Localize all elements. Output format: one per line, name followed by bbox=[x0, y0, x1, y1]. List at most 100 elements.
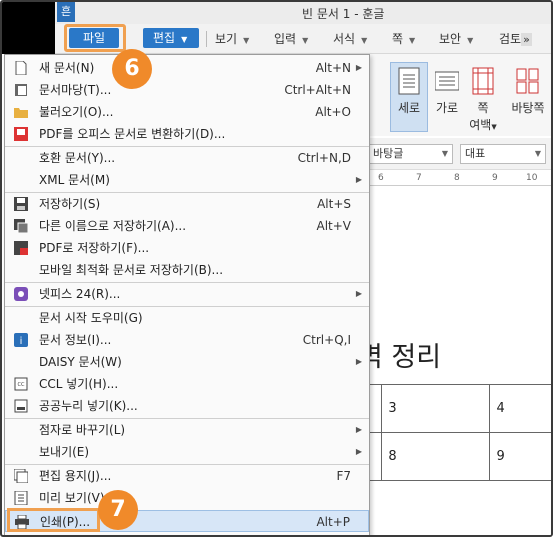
menu-item-label: 새 문서(N) bbox=[39, 61, 95, 75]
table-row: 8 9 bbox=[368, 432, 551, 481]
menu-item-label: 문서 정보(I)... bbox=[39, 333, 112, 347]
menu-item-label: CCL 넣기(H)... bbox=[39, 377, 119, 391]
chevron-down-icon: ▼ bbox=[534, 149, 541, 158]
master-page-button[interactable]: 바탕쪽 bbox=[506, 62, 550, 116]
more-menus-icon[interactable]: » bbox=[521, 33, 532, 46]
menu-item-document-info[interactable]: i 문서 정보(I)... Ctrl+Q,I bbox=[5, 329, 369, 351]
menu-item-preview[interactable]: 미리 보기(V) bbox=[5, 487, 369, 509]
submenu-arrow-icon: ▶ bbox=[355, 63, 362, 72]
submenu-arrow-icon: ▶ bbox=[355, 425, 362, 434]
menu-item-label: 미리 보기(V) bbox=[39, 491, 105, 505]
menu-insert[interactable]: 입력 ▼ bbox=[274, 29, 308, 49]
menu-item-new-document[interactable]: 새 문서(N) Alt+N ▶ bbox=[5, 57, 369, 79]
table-cell[interactable]: 9 bbox=[489, 432, 551, 481]
save-pdf-icon bbox=[14, 241, 28, 255]
menu-item-start-helper[interactable]: 문서 시작 도우미(G) bbox=[5, 307, 369, 329]
menu-item-label: 호환 문서(Y)... bbox=[39, 151, 116, 165]
font-combo[interactable]: 대표 ▼ bbox=[460, 144, 546, 164]
preview-icon bbox=[14, 491, 28, 505]
table-row: 3 4 bbox=[368, 384, 551, 433]
ruler-tick: 9 bbox=[492, 173, 498, 183]
menu-item-label: 불러오기(O)... bbox=[39, 105, 114, 119]
menu-format[interactable]: 서식 ▼ bbox=[333, 29, 367, 49]
print-highlight bbox=[7, 508, 100, 532]
ccl-icon: CC bbox=[14, 377, 28, 391]
page-margin-label-1: 쪽 bbox=[477, 101, 489, 115]
menu-item-shortcut: F7 bbox=[336, 469, 351, 483]
menu-item-label: 편집 용지(J)... bbox=[39, 469, 112, 483]
menu-item-label: 문서마당(T)... bbox=[39, 83, 112, 97]
menu-item-label: 넷피스 24(R)... bbox=[39, 287, 121, 301]
ribbon: 세로 가로 쪽 여백▼ 바탕쪽 bbox=[368, 54, 551, 136]
menu-item-save-pdf[interactable]: PDF로 저장하기(F)... bbox=[5, 237, 369, 259]
table-cell[interactable]: 4 bbox=[489, 384, 551, 433]
svg-text:CC: CC bbox=[18, 382, 25, 388]
menu-page[interactable]: 쪽 ▼ bbox=[392, 29, 415, 49]
table-cell[interactable]: 3 bbox=[381, 384, 491, 433]
menu-item-ccl[interactable]: CC CCL 넣기(H)... bbox=[5, 373, 369, 395]
file-dropdown-menu: 새 문서(N) Alt+N ▶ 문서마당(T)... Ctrl+Alt+N 불러… bbox=[4, 54, 370, 535]
page-margin-label-2: 여백 bbox=[469, 118, 492, 132]
submenu-arrow-icon: ▶ bbox=[355, 357, 362, 366]
menu-item-open[interactable]: 불러오기(O)... Alt+O bbox=[5, 101, 369, 123]
save-as-icon bbox=[14, 219, 28, 233]
style-combo[interactable]: 바탕글 ▼ bbox=[368, 144, 453, 164]
menu-item-label: 보내기(E) bbox=[39, 445, 90, 459]
menu-item-xml-document[interactable]: XML 문서(M) ▶ bbox=[5, 169, 369, 191]
document-table[interactable]: 3 4 8 9 bbox=[368, 384, 551, 481]
menu-item-label: 공공누리 넣기(K)... bbox=[39, 399, 138, 413]
menu-item-save[interactable]: 저장하기(S) Alt+S bbox=[5, 193, 369, 215]
menu-item-compat-document[interactable]: 호환 문서(Y)... Ctrl+N,D bbox=[5, 147, 369, 169]
edit-menu-button[interactable]: 편집 ▼ bbox=[143, 28, 199, 48]
file-menu-highlight bbox=[64, 24, 126, 52]
master-page-label: 바탕쪽 bbox=[511, 101, 545, 115]
chevron-down-icon: ▼ bbox=[441, 149, 448, 158]
page-margin-button[interactable]: 쪽 여백▼ bbox=[464, 62, 502, 133]
table-cell[interactable]: 8 bbox=[381, 432, 491, 481]
svg-text:i: i bbox=[20, 336, 23, 347]
menu-item-template[interactable]: 문서마당(T)... Ctrl+Alt+N bbox=[5, 79, 369, 101]
menu-item-label: 점자로 바꾸기(L) bbox=[39, 423, 126, 437]
menu-item-save-as[interactable]: 다른 이름으로 저장하기(A)... Alt+V bbox=[5, 215, 369, 237]
menu-item-shortcut: Alt+S bbox=[317, 197, 351, 211]
pdf-convert-icon bbox=[14, 127, 28, 141]
portrait-label: 세로 bbox=[397, 101, 421, 115]
window-title: 빈 문서 1 - 훈글 bbox=[302, 7, 385, 21]
chevron-down-icon: ▼ bbox=[361, 36, 368, 45]
menu-item-braille[interactable]: 점자로 바꾸기(L) ▶ bbox=[5, 419, 369, 441]
menu-item-shortcut: Alt+O bbox=[315, 105, 351, 119]
chevron-down-icon: ▼ bbox=[243, 36, 250, 45]
menu-item-daisy[interactable]: DAISY 문서(W) ▶ bbox=[5, 351, 369, 373]
menu-item-shortcut: Ctrl+Alt+N bbox=[284, 83, 351, 97]
landscape-page-icon bbox=[435, 71, 459, 91]
menu-item-label: XML 문서(M) bbox=[39, 173, 110, 187]
orientation-landscape-button[interactable]: 가로 bbox=[428, 62, 466, 116]
menu-review[interactable]: 검토» bbox=[499, 29, 532, 49]
landscape-label: 가로 bbox=[435, 101, 459, 115]
menu-security[interactable]: 보안 ▼ bbox=[439, 29, 473, 49]
menu-item-kogl[interactable]: 공공누리 넣기(K)... bbox=[5, 395, 369, 417]
table-cell[interactable] bbox=[368, 432, 383, 481]
step-badge-7: 7 bbox=[98, 490, 138, 530]
orientation-portrait-button[interactable]: 세로 bbox=[390, 62, 428, 132]
menu-item-netffice[interactable]: 넷피스 24(R)... ▶ bbox=[5, 283, 369, 305]
ruler-tick: 7 bbox=[416, 173, 422, 183]
menu-view-label: 보기 bbox=[215, 32, 238, 46]
title-bar: 흔 빈 문서 1 - 훈글 bbox=[2, 2, 551, 24]
open-folder-icon bbox=[14, 108, 28, 118]
menu-item-send[interactable]: 보내기(E) ▶ bbox=[5, 441, 369, 463]
menu-item-page-setup[interactable]: 편집 용지(J)... F7 bbox=[5, 465, 369, 487]
menu-view[interactable]: 보기 ▼ bbox=[215, 29, 249, 49]
menu-item-save-mobile[interactable]: 모바일 최적화 문서로 저장하기(B)... bbox=[5, 259, 369, 281]
table-cell[interactable] bbox=[368, 384, 383, 433]
menu-item-label: DAISY 문서(W) bbox=[39, 355, 122, 369]
menu-item-shortcut: Alt+P bbox=[316, 515, 350, 529]
menu-format-label: 서식 bbox=[333, 32, 356, 46]
menu-item-label: 문서 시작 도우미(G) bbox=[39, 311, 143, 325]
menu-page-label: 쪽 bbox=[392, 32, 404, 46]
info-icon: i bbox=[14, 333, 28, 347]
menu-item-label: 다른 이름으로 저장하기(A)... bbox=[39, 219, 187, 233]
chevron-down-icon: ▼ bbox=[491, 123, 497, 131]
menu-item-pdf-convert[interactable]: PDF를 오피스 문서로 변환하기(D)... bbox=[5, 123, 369, 145]
app-logo-icon: 흔 bbox=[57, 2, 75, 22]
